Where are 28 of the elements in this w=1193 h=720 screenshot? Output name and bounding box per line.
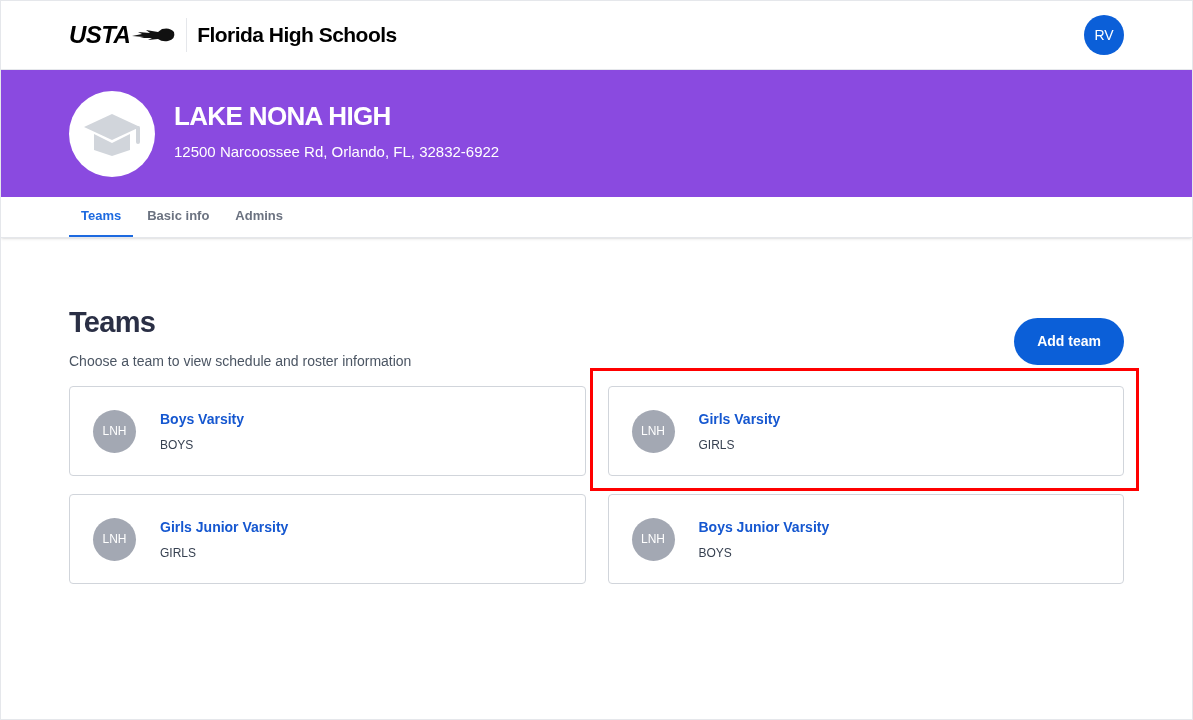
site-title: Florida High Schools bbox=[197, 22, 397, 49]
add-team-button[interactable]: Add team bbox=[1014, 318, 1124, 365]
usta-logo[interactable]: USTA bbox=[69, 23, 177, 47]
team-card[interactable]: LNH Boys Junior Varsity BOYS bbox=[607, 494, 1124, 584]
team-card[interactable]: LNH Boys Varsity BOYS bbox=[69, 386, 586, 476]
team-name[interactable]: Boys Junior Varsity bbox=[698, 516, 830, 538]
school-address: 12500 Narcoossee Rd, Orlando, FL, 32832-6922 bbox=[174, 142, 500, 163]
tab[interactable]: Basic info bbox=[135, 197, 222, 237]
team-card[interactable]: LNH Girls Varsity GIRLS bbox=[607, 386, 1124, 476]
team-avatar: LNH bbox=[93, 517, 136, 561]
team-avatar: LNH bbox=[93, 409, 136, 453]
tab[interactable]: Teams bbox=[69, 197, 134, 237]
user-avatar[interactable]: RV bbox=[1084, 15, 1124, 55]
team-avatar: LNH bbox=[631, 409, 675, 453]
team-name[interactable]: Girls Varsity bbox=[698, 408, 781, 430]
team-gender: GIRLS bbox=[698, 436, 736, 454]
section-title: Teams bbox=[69, 308, 157, 337]
team-name[interactable]: Boys Varsity bbox=[160, 408, 245, 430]
tab[interactable]: Admins bbox=[223, 197, 296, 237]
section-subtitle: Choose a team to view schedule and roster information bbox=[69, 352, 412, 371]
team-name[interactable]: Girls Junior Varsity bbox=[160, 516, 289, 538]
logo-text: USTA bbox=[69, 23, 131, 47]
team-avatar: LNH bbox=[631, 517, 675, 561]
school-name: LAKE NONA HIGH bbox=[174, 103, 392, 130]
team-gender: GIRLS bbox=[160, 544, 197, 562]
team-gender: BOYS bbox=[160, 436, 195, 454]
team-card[interactable]: LNH Girls Junior Varsity GIRLS bbox=[69, 494, 586, 584]
team-gender: BOYS bbox=[698, 544, 733, 562]
